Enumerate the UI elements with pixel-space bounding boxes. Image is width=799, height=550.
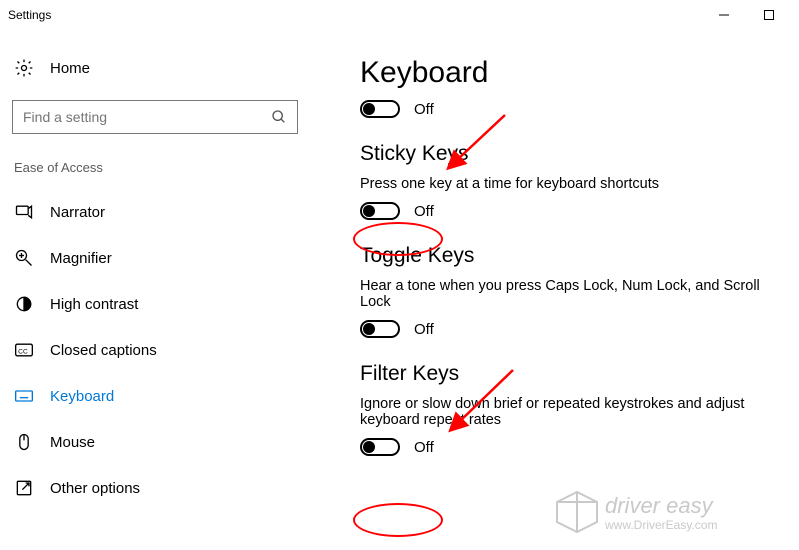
category-label: Ease of Access (10, 160, 300, 189)
sidebar-item-label: Narrator (50, 204, 105, 221)
window-title: Settings (8, 8, 701, 22)
filter-keys-heading: Filter Keys (360, 362, 787, 386)
titlebar: Settings (0, 0, 799, 30)
search-icon (271, 109, 287, 125)
sticky-keys-desc: Press one key at a time for keyboard sho… (360, 176, 787, 192)
home-label: Home (50, 60, 90, 77)
filter-keys-desc: Ignore or slow down brief or repeated ke… (360, 396, 787, 428)
toggle-switch[interactable] (360, 100, 400, 118)
search-input[interactable] (23, 109, 271, 125)
main-content: Keyboard Off Sticky Keys Press one key a… (310, 30, 799, 550)
keyboard-icon (14, 386, 34, 406)
toggle-label: Off (414, 101, 434, 118)
export-icon (14, 478, 34, 498)
narrator-icon (14, 202, 34, 222)
contrast-icon (14, 294, 34, 314)
toggle-keys-toggle[interactable]: Off (360, 320, 787, 338)
toggle-keys-heading: Toggle Keys (360, 244, 787, 268)
toggle-label: Off (414, 203, 434, 220)
toggle-label: Off (414, 439, 434, 456)
search-box[interactable] (12, 100, 298, 134)
sidebar-item-high-contrast[interactable]: High contrast (10, 281, 300, 327)
mouse-icon (14, 432, 34, 452)
sidebar-item-narrator[interactable]: Narrator (10, 189, 300, 235)
sticky-keys-heading: Sticky Keys (360, 142, 787, 166)
magnifier-icon (14, 248, 34, 268)
minimize-button[interactable] (701, 0, 746, 30)
sidebar-item-label: Mouse (50, 434, 95, 451)
sidebar-item-closed-captions[interactable]: CC Closed captions (10, 327, 300, 373)
sidebar: Home Ease of Access Narrator Magnifier (0, 30, 310, 550)
toggle-keys-desc: Hear a tone when you press Caps Lock, Nu… (360, 278, 787, 310)
sticky-keys-toggle[interactable]: Off (360, 202, 787, 220)
maximize-button[interactable] (746, 0, 791, 30)
filter-keys-toggle[interactable]: Off (360, 438, 787, 456)
gear-icon (14, 58, 34, 78)
sidebar-item-label: Other options (50, 480, 140, 497)
toggle-switch[interactable] (360, 438, 400, 456)
sidebar-item-mouse[interactable]: Mouse (10, 419, 300, 465)
sidebar-item-label: Closed captions (50, 342, 157, 359)
cc-icon: CC (14, 340, 34, 360)
sidebar-item-keyboard[interactable]: Keyboard (10, 373, 300, 419)
toggle-switch[interactable] (360, 202, 400, 220)
page-title: Keyboard (360, 56, 787, 90)
sidebar-item-label: High contrast (50, 296, 138, 313)
keyboard-master-toggle[interactable]: Off (360, 100, 787, 118)
sidebar-item-other-options[interactable]: Other options (10, 465, 300, 511)
sidebar-item-label: Keyboard (50, 388, 114, 405)
sidebar-item-magnifier[interactable]: Magnifier (10, 235, 300, 281)
toggle-label: Off (414, 321, 434, 338)
home-link[interactable]: Home (10, 50, 300, 86)
svg-text:CC: CC (18, 348, 28, 355)
sidebar-item-label: Magnifier (50, 250, 112, 267)
toggle-switch[interactable] (360, 320, 400, 338)
